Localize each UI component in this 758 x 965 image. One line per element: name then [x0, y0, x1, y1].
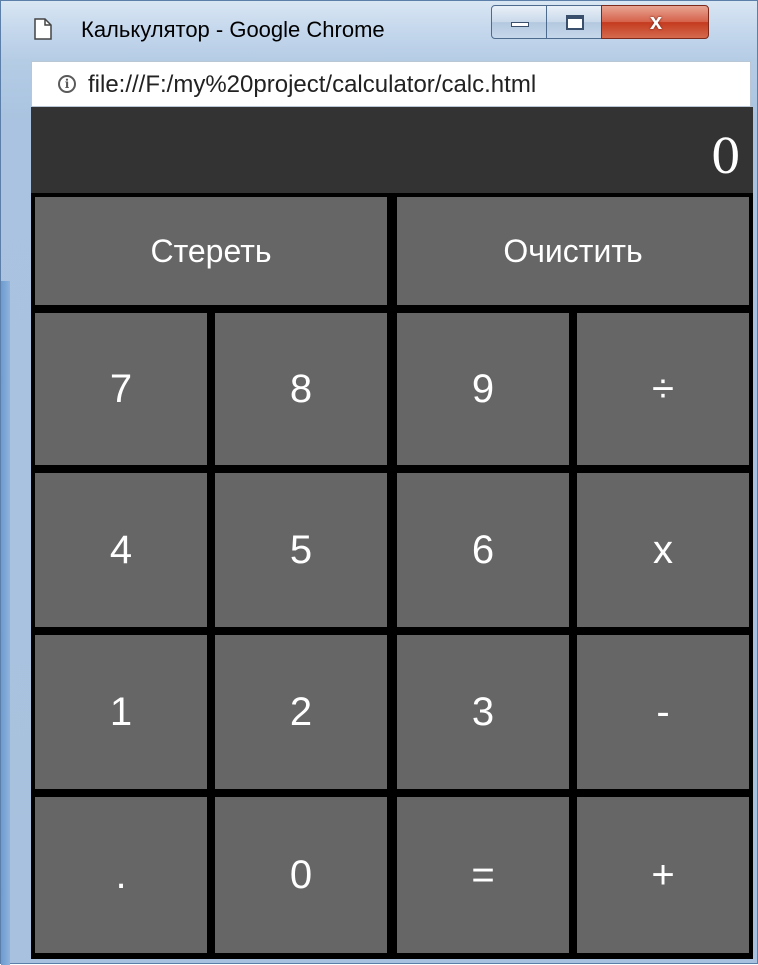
backspace-button[interactable]: Стереть — [35, 197, 387, 305]
key-3[interactable]: 3 — [397, 635, 569, 789]
window-title: Калькулятор - Google Chrome — [81, 17, 385, 42]
window-frame-accent — [1, 281, 10, 965]
browser-window: Калькулятор - Google Chrome x i file:///… — [0, 0, 758, 965]
key-subtract[interactable]: - — [577, 635, 749, 789]
maximize-button[interactable] — [546, 5, 602, 39]
key-8[interactable]: 8 — [215, 313, 387, 465]
key-9[interactable]: 9 — [397, 313, 569, 465]
close-icon: x — [649, 9, 663, 34]
close-button[interactable]: x — [601, 5, 709, 39]
maximize-icon — [566, 15, 584, 30]
window-controls: x — [491, 5, 751, 41]
key-add[interactable]: + — [577, 797, 749, 953]
key-4[interactable]: 4 — [35, 473, 207, 627]
key-divide[interactable]: ÷ — [577, 313, 749, 465]
key-decimal[interactable]: . — [35, 797, 207, 953]
key-multiply[interactable]: x — [577, 473, 749, 627]
calculator-display: 0 — [31, 107, 753, 193]
clear-button[interactable]: Очистить — [397, 197, 749, 305]
minimize-icon — [511, 22, 529, 27]
calculator: 0 Стереть Очистить 7 8 9 ÷ 4 5 6 x 1 2 3… — [31, 107, 753, 959]
key-1[interactable]: 1 — [35, 635, 207, 789]
key-5[interactable]: 5 — [215, 473, 387, 627]
title-bar[interactable]: Калькулятор - Google Chrome x — [1, 1, 758, 59]
key-0[interactable]: 0 — [215, 797, 387, 953]
address-bar[interactable]: i file:///F:/my%20project/calculator/cal… — [31, 61, 751, 107]
url-text[interactable]: file:///F:/my%20project/calculator/calc.… — [88, 71, 536, 99]
display-value: 0 — [710, 129, 741, 185]
key-2[interactable]: 2 — [215, 635, 387, 789]
key-equals[interactable]: = — [397, 797, 569, 953]
minimize-button[interactable] — [491, 5, 547, 39]
page-icon — [34, 18, 52, 40]
key-6[interactable]: 6 — [397, 473, 569, 627]
key-7[interactable]: 7 — [35, 313, 207, 465]
info-icon[interactable]: i — [58, 75, 76, 93]
